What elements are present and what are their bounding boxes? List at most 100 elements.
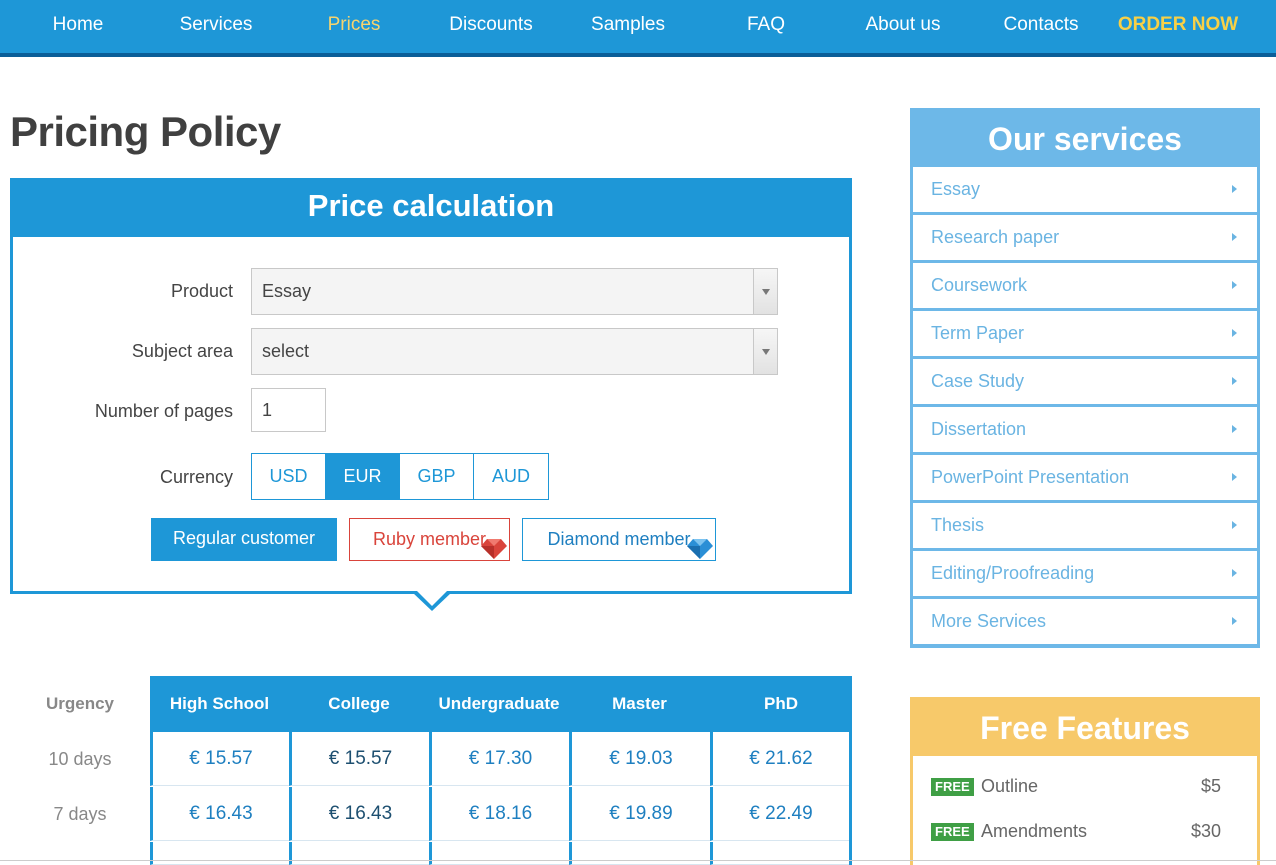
level-header-undergraduate: Undergraduate (429, 676, 569, 732)
nav-prices[interactable]: Prices (318, 0, 390, 50)
nav-services[interactable]: Services (170, 0, 262, 50)
feature-price: $5 (1200, 776, 1221, 796)
price-cell[interactable]: € 22.49 (710, 787, 849, 841)
subject-select[interactable]: select (251, 328, 778, 375)
table-right-border (849, 732, 852, 865)
price-cell-partial (289, 842, 429, 865)
nav-about-us[interactable]: About us (856, 0, 950, 50)
feature-row: FREE Outline $5 (931, 771, 1241, 801)
free-features-title: Free Features (980, 710, 1190, 746)
urgency-cell: 7 days (53, 804, 107, 824)
price-cell-partial (569, 842, 710, 865)
feature-name: Outline (981, 776, 1039, 796)
feature-price: $30 (1190, 821, 1221, 841)
nav-contacts[interactable]: Contacts (996, 0, 1086, 50)
currency-usd-button[interactable]: USD (252, 454, 326, 499)
service-label: More Services (931, 611, 1047, 631)
caret-right-icon (1232, 233, 1237, 241)
price-cell[interactable]: € 19.03 (569, 732, 710, 786)
nav-discounts[interactable]: Discounts (440, 0, 542, 50)
price-calculator: Price calculation Product Essay Subject … (10, 178, 852, 594)
ruby-member-button[interactable]: Ruby member (349, 518, 510, 561)
service-item-research-paper[interactable]: Research paper (913, 215, 1257, 260)
nav-home[interactable]: Home (38, 0, 118, 50)
level-header-phd: PhD (710, 676, 852, 732)
currency-label: Currency (159, 467, 233, 487)
nav-faq[interactable]: FAQ (736, 0, 796, 50)
urgency-cell: 10 days (48, 749, 112, 769)
diamond-member-label: Diamond member (547, 529, 691, 549)
caret-right-icon (1232, 185, 1237, 193)
caret-right-icon (1232, 281, 1237, 289)
calculator-title: Price calculation (10, 178, 852, 237)
service-label: Research paper (931, 227, 1060, 247)
price-cell[interactable]: € 15.57 (150, 732, 289, 786)
service-item-case-study[interactable]: Case Study (913, 359, 1257, 404)
free-features-panel: Free Features FREE Outline $5 FREE Amend… (910, 697, 1260, 865)
price-cell[interactable]: € 18.16 (429, 787, 569, 841)
price-cell-partial (150, 842, 289, 865)
urgency-header: Urgency (45, 694, 115, 713)
currency-gbp-button[interactable]: GBP (400, 454, 474, 499)
level-header-college: College (289, 676, 429, 732)
price-cell[interactable]: € 15.57 (289, 732, 429, 786)
feature-name: Amendments (981, 821, 1088, 841)
price-cell[interactable]: € 17.30 (429, 732, 569, 786)
service-label: Case Study (931, 371, 1025, 391)
regular-customer-button[interactable]: Regular customer (151, 518, 337, 561)
currency-eur-button[interactable]: EUR (326, 454, 400, 499)
regular-customer-label: Regular customer (172, 528, 316, 548)
service-item-essay[interactable]: Essay (913, 167, 1257, 212)
level-header-master: Master (569, 676, 710, 732)
nav-samples[interactable]: Samples (584, 0, 672, 50)
subject-select-value: select (262, 341, 310, 361)
currency-aud-button[interactable]: AUD (474, 454, 548, 499)
pages-input[interactable]: 1 (251, 388, 326, 432)
service-label: PowerPoint Presentation (931, 467, 1130, 487)
free-badge: FREE (931, 778, 974, 796)
product-select[interactable]: Essay (251, 268, 778, 315)
diamond-gem-icon (687, 539, 713, 559)
price-cell[interactable]: € 16.43 (289, 787, 429, 841)
service-label: Thesis (931, 515, 985, 535)
ruby-member-label: Ruby member (372, 529, 487, 549)
subject-label: Subject area (131, 341, 233, 361)
service-item-dissertation[interactable]: Dissertation (913, 407, 1257, 452)
service-item-more[interactable]: More Services (913, 599, 1257, 644)
services-title: Our services (988, 121, 1182, 157)
page-title: Pricing Policy (10, 108, 281, 155)
caret-right-icon (1232, 521, 1237, 529)
feature-row: FREE Amendments $30 (931, 816, 1241, 846)
caret-right-icon (1232, 377, 1237, 385)
service-label: Term Paper (931, 323, 1025, 343)
nav-order-now[interactable]: ORDER NOW (1116, 0, 1240, 50)
free-badge: FREE (931, 823, 974, 841)
service-label: Coursework (931, 275, 1028, 295)
service-label: Essay (931, 179, 981, 199)
price-cell[interactable]: € 16.43 (150, 787, 289, 841)
service-item-editing[interactable]: Editing/Proofreading (913, 551, 1257, 596)
service-item-coursework[interactable]: Coursework (913, 263, 1257, 308)
service-label: Dissertation (931, 419, 1027, 439)
service-item-powerpoint[interactable]: PowerPoint Presentation (913, 455, 1257, 500)
price-cell[interactable]: € 19.89 (569, 787, 710, 841)
top-nav: Home Services Prices Discounts Samples F… (0, 0, 1276, 57)
product-select-value: Essay (262, 281, 312, 301)
product-label: Product (170, 281, 233, 301)
service-item-thesis[interactable]: Thesis (913, 503, 1257, 548)
service-item-term-paper[interactable]: Term Paper (913, 311, 1257, 356)
free-features-list: FREE Outline $5 FREE Amendments $30 (913, 756, 1257, 865)
level-header-high-school: High School (150, 676, 289, 732)
chevron-down-icon (753, 269, 777, 314)
price-cell-partial (710, 842, 849, 865)
services-panel: Our services Essay Research paper Course… (910, 108, 1260, 648)
caret-right-icon (1232, 569, 1237, 577)
currency-selector: USD EUR GBP AUD (251, 453, 549, 500)
price-cell[interactable]: € 21.62 (710, 732, 849, 786)
ruby-gem-icon (481, 539, 507, 559)
diamond-member-button[interactable]: Diamond member (522, 518, 716, 561)
caret-right-icon (1232, 617, 1237, 625)
pages-label: Number of pages (94, 401, 233, 421)
chevron-down-icon (753, 329, 777, 374)
caret-right-icon (1232, 329, 1237, 337)
